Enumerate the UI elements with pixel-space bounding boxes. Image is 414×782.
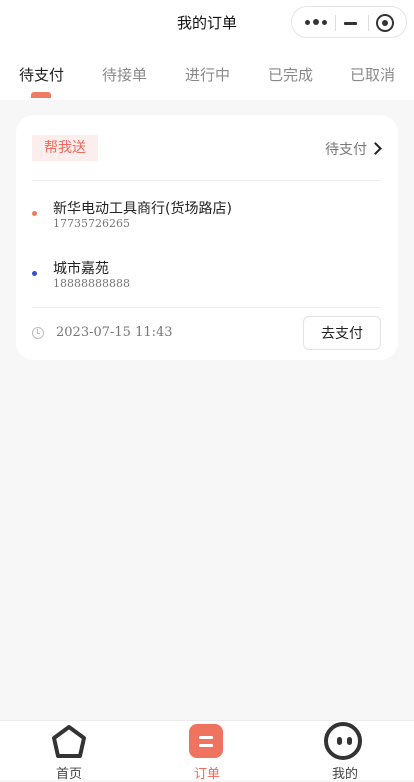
dropoff-name: 城市嘉苑 [53,261,109,277]
home-icon [52,725,86,758]
more-options-icon[interactable] [302,17,332,29]
bottom-tab-profile[interactable]: 我的 [295,721,395,782]
active-tab-indicator [31,92,51,98]
tab-in-progress[interactable]: 进行中 [185,64,230,85]
profile-icon [324,722,362,760]
bottom-tab-label: 我的 [331,767,358,782]
tab-cancelled[interactable]: 已取消 [350,64,395,85]
order-status-label: 待支付 [325,142,367,158]
minimize-icon[interactable] [344,22,357,25]
pickup-phone: 17735726265 [53,217,130,230]
dropoff-phone: 18888888888 [53,277,130,290]
bottom-tab-label: 首页 [55,767,82,782]
capsule-divider [335,15,336,31]
order-type-badge: 帮我送 [32,135,98,161]
miniprogram-capsule [291,6,407,38]
bottom-tab-bar: 首页 订单 我的 [0,720,414,782]
dropoff-dot-icon [32,271,37,276]
capsule-divider [368,15,369,31]
chevron-right-icon [369,142,382,155]
pickup-dot-icon [32,211,37,216]
navigation-bar: 我的订单 [0,0,414,44]
close-miniprogram-icon[interactable] [376,14,394,32]
bottom-tab-label: 订单 [193,767,220,782]
tab-completed[interactable]: 已完成 [268,64,313,85]
order-status-tabs: 待支付 待接单 进行中 已完成 已取消 [0,44,414,100]
order-card[interactable]: 帮我送 待支付 新华电动工具商行(货场路店) 17735726265 城市嘉苑 … [16,115,398,360]
clock-icon [32,327,44,339]
divider [32,307,382,308]
bottom-tab-orders[interactable]: 订单 [157,721,257,782]
tab-pending-payment[interactable]: 待支付 [19,64,64,85]
pay-button[interactable]: 去支付 [303,316,381,350]
order-status[interactable]: 待支付 [325,139,382,159]
tab-awaiting-acceptance[interactable]: 待接单 [102,64,147,85]
divider [32,180,382,181]
order-icon [189,724,223,758]
pickup-name: 新华电动工具商行(货场路店) [53,201,232,217]
order-time: 2023-07-15 11:43 [56,325,173,340]
bottom-tab-home[interactable]: 首页 [19,721,119,782]
